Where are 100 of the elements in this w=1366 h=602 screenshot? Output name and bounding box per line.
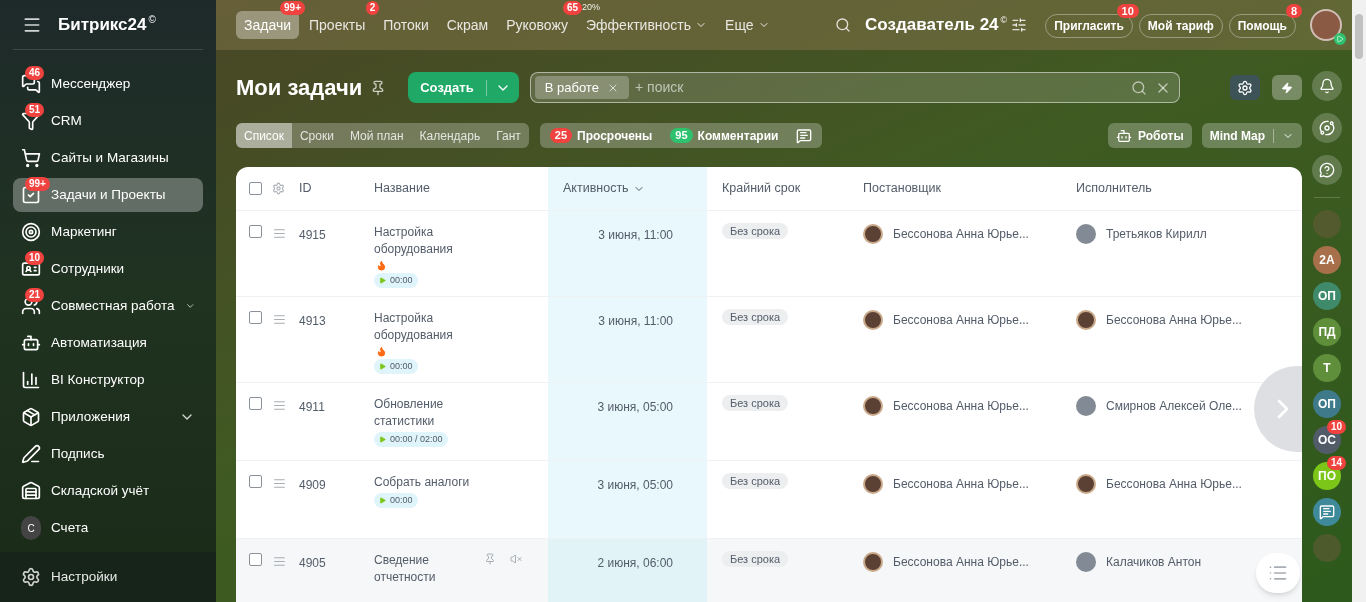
checkbox[interactable] <box>249 475 262 488</box>
play-icon <box>379 363 386 370</box>
nav-tab[interactable]: Еще <box>717 11 778 39</box>
person-name[interactable]: Смирнов Алексей Оле... <box>1106 396 1242 416</box>
task-row[interactable]: 4915 Настройка оборудования 00:00 3 июня, 11:00 Без срока Бессонова Анна Юрье... Третьяков Кирилл <box>236 211 1302 297</box>
person-name[interactable]: Бессонова Анна Юрье... <box>893 474 1029 494</box>
task-title[interactable]: Обновление статистики <box>374 396 474 430</box>
contact-avatar[interactable]: ПД <box>1313 318 1341 346</box>
person-name[interactable]: Бессонова Анна Юрье... <box>893 396 1029 416</box>
checkbox[interactable] <box>249 311 262 324</box>
person-name[interactable]: Третьяков Кирилл <box>1106 224 1207 244</box>
sidebar-item[interactable]: Приложения <box>13 400 203 434</box>
view-tab[interactable]: Гант <box>488 123 529 148</box>
sidebar-item[interactable]: Автоматизация <box>13 326 203 360</box>
timer-button[interactable]: 00:00 <box>374 493 418 508</box>
counter-label[interactable]: Просрочены <box>577 126 653 145</box>
search-icon[interactable] <box>835 17 852 33</box>
task-title[interactable]: Собрать аналоги <box>374 474 474 491</box>
percent-label: 20% <box>582 2 601 12</box>
automation-button[interactable] <box>1272 75 1302 100</box>
mind-map-button[interactable]: Mind Map <box>1201 123 1302 148</box>
filter-chip[interactable]: В работе <box>534 76 629 99</box>
column-header[interactable]: Постановщик <box>863 179 941 198</box>
person-name[interactable]: Бессонова Анна Юрье... <box>893 310 1029 330</box>
sidebar-label: Мессенджер <box>51 74 132 93</box>
sliders-icon[interactable] <box>1011 17 1028 33</box>
contact-avatar[interactable]: Т <box>1313 354 1341 382</box>
counter-badge: 21 <box>25 288 45 302</box>
sidebar-item[interactable]: 99+ Задачи и Проекты <box>13 178 203 212</box>
sidebar-item[interactable]: 51 CRM <box>13 104 203 138</box>
contact-avatar[interactable]: ОП <box>1313 390 1341 418</box>
task-row[interactable]: 4905 Сведение отчетности 2 июня, 06:00 Без срока Бессонова Анна Юрье... Калачиков Антон <box>236 539 1302 602</box>
chat-avatar[interactable] <box>1313 498 1341 526</box>
sidebar-item[interactable]: Складской учёт <box>13 474 203 508</box>
task-title[interactable]: Настройка оборудования <box>374 224 474 258</box>
sidebar-label: Приложения <box>51 407 131 426</box>
counter-badge: 51 <box>25 103 45 117</box>
chat-button[interactable] <box>1312 155 1342 185</box>
spiral-button[interactable] <box>1312 113 1342 143</box>
task-row[interactable]: 4913 Настройка оборудования 00:00 3 июня, 11:00 Без срока Бессонова Анна Юрье... Бессонова Анна Юрье... <box>236 297 1302 383</box>
person-name[interactable]: Бессонова Анна Юрье... <box>1106 474 1242 494</box>
counter-label[interactable]: Комментарии <box>697 126 779 145</box>
deadline-tag[interactable]: Без срока <box>722 473 789 489</box>
checkbox[interactable] <box>249 553 262 566</box>
person-name[interactable]: Калачиков Антон <box>1106 552 1202 572</box>
sidebar-item[interactable]: 46 Мессенджер <box>13 67 203 101</box>
play-icon <box>1334 33 1346 45</box>
user-avatar[interactable] <box>1310 9 1342 41</box>
drag-handle-icon[interactable] <box>273 399 286 412</box>
drag-handle-icon[interactable] <box>273 313 286 326</box>
package-icon <box>21 407 41 427</box>
nav-tab[interactable]: Скрам <box>438 11 497 39</box>
robots-button[interactable]: Роботы <box>1108 123 1192 148</box>
drag-handle-icon[interactable] <box>273 227 286 240</box>
drag-handle-icon[interactable] <box>273 477 286 490</box>
sidebar-item[interactable]: 10 Сотрудники <box>13 252 203 286</box>
column-header[interactable]: ID <box>299 179 312 198</box>
timer-button[interactable]: 00:00 / 02:00 <box>374 432 448 447</box>
checkbox[interactable] <box>249 182 262 195</box>
contact-avatar[interactable]: ОП <box>1313 282 1341 310</box>
search-icon[interactable] <box>1130 79 1147 96</box>
deadline-tag[interactable]: Без срока <box>722 223 789 239</box>
sidebar-item[interactable]: С Счета <box>13 511 203 545</box>
sidebar-item[interactable]: Маркетинг <box>13 215 203 249</box>
sidebar-item[interactable]: Сайты и Магазины <box>13 141 203 175</box>
chat-icon[interactable] <box>796 127 813 144</box>
task-row[interactable]: 4909 Собрать аналоги 00:00 3 июня, 05:00 Без срока Бессонова Анна Юрье... Бессонова Анна Юрье... <box>236 461 1302 539</box>
deadline-tag[interactable]: Без срока <box>722 551 789 567</box>
search-field[interactable]: В работе + поиск <box>529 72 1180 103</box>
person-name[interactable]: Бессонова Анна Юрье... <box>1106 310 1242 330</box>
checkbox[interactable] <box>249 397 262 410</box>
drag-handle-icon[interactable] <box>273 555 286 568</box>
bell-button[interactable] <box>1312 71 1342 101</box>
checkbox[interactable] <box>249 225 262 238</box>
sidebar-item[interactable]: 21 Совместная работа <box>13 289 203 323</box>
column-header[interactable]: Крайний срок <box>722 179 801 198</box>
mute-icon[interactable] <box>510 553 522 565</box>
column-header[interactable]: Название <box>374 179 430 198</box>
counter-badge: 95 <box>670 128 693 143</box>
task-title[interactable]: Сведение отчетности <box>374 552 474 586</box>
sidebar-item[interactable]: Подпись <box>13 437 203 471</box>
deadline-tag[interactable]: Без срока <box>722 309 789 325</box>
person-name[interactable]: Бессонова Анна Юрье... <box>893 552 1029 572</box>
app-logo[interactable]: Битрикс24 <box>58 11 147 38</box>
contact-avatar[interactable]: 2А <box>1313 246 1341 274</box>
person-name[interactable]: Бессонова Анна Юрье... <box>893 224 1029 244</box>
settings-button[interactable] <box>1230 75 1260 100</box>
view-tab[interactable]: Мой план <box>341 123 412 148</box>
view-tab[interactable]: Календарь <box>411 123 489 148</box>
sidebar-label: Маркетинг <box>51 222 118 241</box>
task-title[interactable]: Настройка оборудования <box>374 310 474 344</box>
timer-button[interactable]: 00:00 <box>374 359 418 374</box>
company-name[interactable]: Создаватель 24 <box>865 12 999 38</box>
settings-link[interactable]: Настройки <box>51 566 118 588</box>
scrollbar[interactable] <box>1352 0 1366 602</box>
timer-button[interactable]: 00:00 <box>374 273 418 288</box>
sidebar-item[interactable]: BI Конструктор <box>13 363 203 397</box>
view-tab[interactable]: Сроки <box>291 123 342 148</box>
column-header[interactable]: Исполнитель <box>1076 179 1152 198</box>
deadline-tag[interactable]: Без срока <box>722 395 789 411</box>
